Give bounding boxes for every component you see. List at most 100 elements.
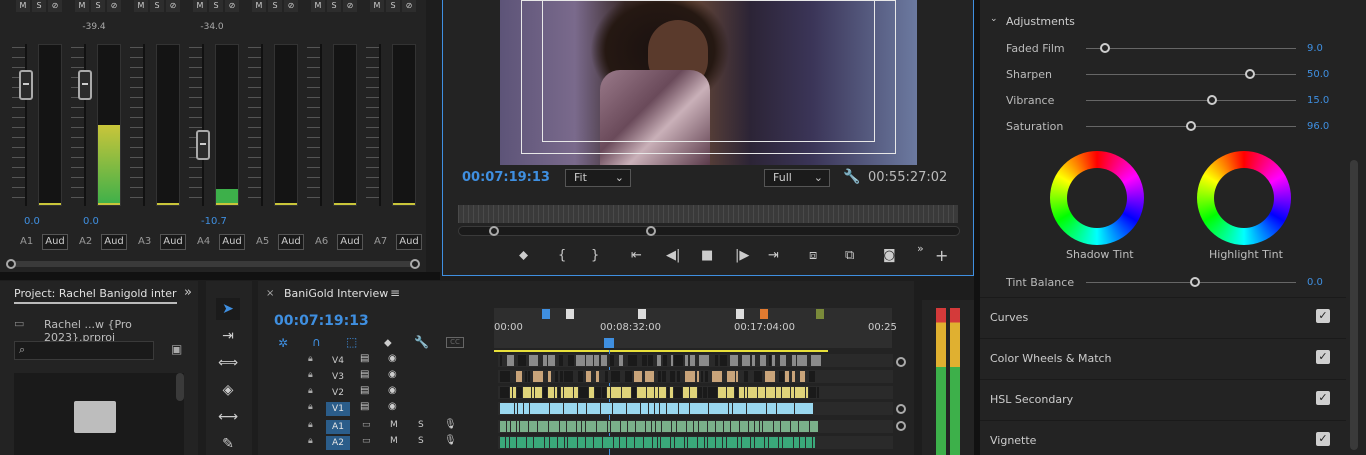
project-search-input[interactable]: ⌕ [14, 341, 154, 360]
clip[interactable] [500, 421, 506, 432]
highlight-tint-wheel[interactable] [1197, 151, 1291, 245]
clip[interactable] [694, 421, 698, 432]
clip[interactable] [683, 387, 689, 398]
marker-green[interactable] [816, 309, 824, 319]
volume-fader[interactable] [196, 130, 210, 160]
clip[interactable] [679, 403, 689, 414]
clip[interactable] [735, 387, 738, 398]
clip[interactable] [596, 371, 599, 382]
solo-button[interactable]: S [209, 0, 223, 12]
clip[interactable] [644, 437, 652, 448]
microphone-icon[interactable]: 🎙︎ [444, 419, 457, 430]
clip[interactable] [727, 387, 734, 398]
clip[interactable] [518, 355, 526, 366]
clip[interactable] [705, 371, 708, 382]
clip[interactable] [636, 421, 645, 432]
track-sync-icon[interactable]: ▭ [362, 436, 371, 446]
clip[interactable] [550, 403, 563, 414]
clip[interactable] [586, 421, 596, 432]
clip[interactable] [611, 421, 620, 432]
bin-scrollbar[interactable] [176, 373, 184, 401]
program-time-ruler[interactable] [458, 205, 958, 223]
lock-icon[interactable]: 🔒︎ [308, 402, 313, 412]
record-button[interactable]: ⊘ [166, 0, 180, 12]
clip[interactable] [511, 421, 516, 432]
marker-white[interactable] [736, 309, 744, 319]
clip[interactable] [506, 437, 509, 448]
clip[interactable] [610, 355, 614, 366]
clip[interactable] [751, 437, 754, 448]
clip[interactable] [772, 355, 775, 366]
sync-lock-icon[interactable]: ▤ [360, 353, 369, 364]
clip[interactable] [745, 387, 747, 398]
mute-button[interactable]: M [193, 0, 207, 12]
clip[interactable] [765, 437, 768, 448]
scroll-handle-right[interactable] [410, 259, 420, 269]
slider-knob[interactable] [1244, 69, 1255, 79]
solo-button[interactable]: S [386, 0, 400, 12]
clip[interactable] [559, 355, 563, 366]
adjust-slider[interactable] [1086, 95, 1296, 105]
clip[interactable] [809, 387, 816, 398]
clip[interactable] [603, 437, 613, 448]
clip[interactable] [780, 355, 786, 366]
shadow-tint-wheel[interactable] [1050, 151, 1144, 245]
step-forward-icon[interactable]: |▶ [735, 248, 749, 263]
clip[interactable] [667, 403, 678, 414]
clip[interactable] [739, 387, 744, 398]
clip[interactable] [690, 387, 697, 398]
quality-dropdown[interactable]: Full ⌄ [764, 169, 830, 187]
clip[interactable] [744, 371, 748, 382]
clip[interactable] [727, 437, 737, 448]
clip[interactable] [758, 387, 765, 398]
clip[interactable] [558, 387, 560, 398]
marker-white[interactable] [566, 309, 574, 319]
clip[interactable] [813, 437, 815, 448]
clip[interactable] [716, 421, 723, 432]
clip[interactable] [586, 437, 593, 448]
solo-button[interactable]: S [418, 436, 424, 446]
slider-value[interactable]: 15.0 [1307, 95, 1329, 106]
clip[interactable] [674, 355, 683, 366]
track-name[interactable]: A2 [326, 436, 350, 450]
clip[interactable] [579, 387, 588, 398]
clip[interactable] [550, 437, 557, 448]
work-area-bar[interactable] [494, 350, 828, 352]
section-color-wheels-match[interactable]: Color Wheels & Match ✓ [980, 338, 1346, 378]
clip[interactable] [708, 421, 715, 432]
clip[interactable] [656, 421, 661, 432]
clip[interactable] [601, 355, 607, 366]
lumetri-scrollbar[interactable] [1350, 160, 1358, 450]
clip[interactable] [564, 387, 573, 398]
clip[interactable] [662, 371, 666, 382]
linked-selection-icon[interactable]: ⬚ [346, 335, 357, 349]
clip[interactable] [809, 371, 815, 382]
clip[interactable] [608, 421, 610, 432]
clip[interactable] [800, 437, 805, 448]
track-name[interactable]: V2 [326, 386, 350, 400]
clip[interactable] [532, 387, 534, 398]
track-scroll-handle[interactable] [896, 357, 906, 367]
slider-knob[interactable] [1190, 277, 1201, 287]
solo-button[interactable]: S [268, 0, 282, 12]
razor-tool-icon[interactable]: ◈ [216, 379, 240, 401]
track-sync-icon[interactable]: ▭ [362, 420, 371, 430]
clip[interactable] [697, 371, 699, 382]
clip[interactable] [760, 355, 766, 366]
zoom-scroll-bar[interactable] [458, 226, 960, 236]
clip[interactable] [703, 387, 707, 398]
more-controls-icon[interactable]: » [917, 242, 924, 255]
clip[interactable] [783, 437, 793, 448]
clip[interactable] [565, 437, 567, 448]
clip[interactable] [661, 437, 670, 448]
clip[interactable] [699, 355, 709, 366]
clip[interactable] [733, 403, 746, 414]
track-output-button[interactable]: Aud [396, 234, 422, 250]
track-name[interactable]: V4 [326, 354, 350, 368]
add-marker-icon[interactable]: ⬥ [519, 248, 528, 263]
volume-value[interactable]: -10.7 [201, 216, 227, 227]
clip[interactable] [754, 371, 762, 382]
clip[interactable] [701, 371, 703, 382]
clip[interactable] [806, 387, 808, 398]
clip[interactable] [698, 387, 702, 398]
